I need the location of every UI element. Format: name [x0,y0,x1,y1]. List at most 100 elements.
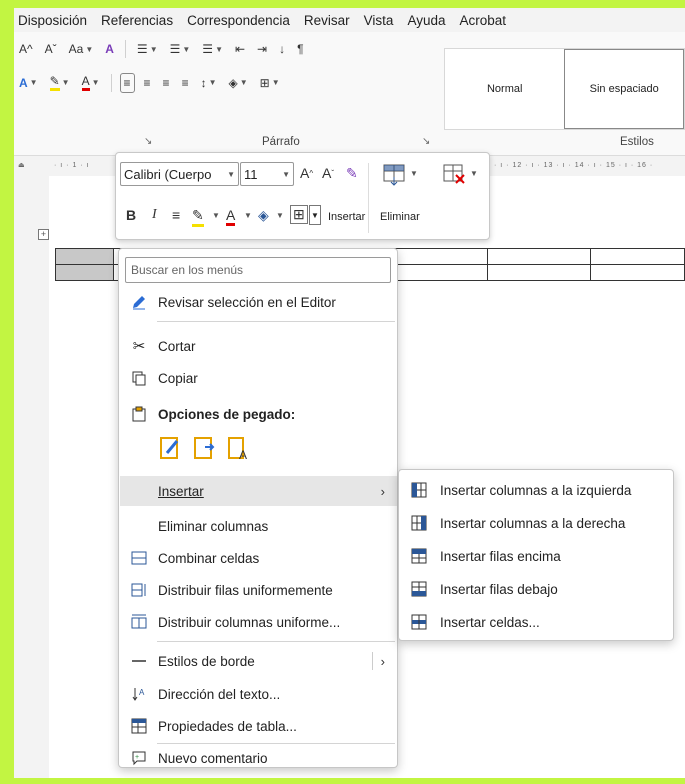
borders-icon[interactable]: ⊞ [290,205,308,224]
menu-referencias[interactable]: Referencias [101,13,173,28]
chevron-down-icon[interactable]: ▼ [470,169,478,178]
highlight-button[interactable]: ✎ ▼ [47,72,73,93]
style-normal[interactable]: Normal [445,49,564,129]
cut-menu-label: Cortar [158,338,196,354]
line-spacing-icon: ↕ [200,75,207,90]
table-cell[interactable] [54,248,115,265]
font-dialog-launcher-icon[interactable]: ↘ [144,136,152,147]
merge-cells-label: Combinar celdas [158,550,260,566]
align-right-button[interactable]: ≡ [160,74,173,92]
font-color-button[interactable]: A ▼ [79,72,103,93]
align-center-icon[interactable]: ≡ [172,207,180,223]
style-sin-espaciado[interactable]: Sin espaciado [564,49,684,129]
grow-font-button[interactable]: A^ [16,40,36,58]
insert-cells-label: Insertar celdas... [440,614,540,630]
line-spacing-button[interactable]: ↕ ▼ [198,74,220,92]
merge-cells-menu-item[interactable]: Combinar celdas [120,543,397,573]
distribute-rows-label: Distribuir filas uniformemente [158,582,333,598]
show-marks-button[interactable]: ¶ [294,40,306,58]
insert-menu-item[interactable]: Insertar › [120,476,397,506]
align-center-button[interactable]: ≡ [141,74,154,92]
shading-icon[interactable]: ◈ [258,207,269,224]
borders-button[interactable]: ⊞ ▼ [257,74,283,92]
borders-icon: ⊞ [259,75,270,90]
delete-table-icon[interactable] [442,163,468,187]
chevron-down-icon[interactable]: ▼ [410,169,418,178]
chevron-down-icon[interactable]: ▼ [309,205,321,225]
table-cell[interactable] [487,264,592,281]
insert-row-above-icon [410,547,428,565]
insert-table-icon[interactable] [382,163,408,187]
cut-menu-item[interactable]: ✂ Cortar [120,331,397,361]
menu-correspondencia[interactable]: Correspondencia [187,13,290,28]
menu-disposicion[interactable]: Disposición [18,13,87,28]
multilevel-button[interactable]: ☰ ▼ [199,40,226,58]
table-cell[interactable] [384,264,489,281]
chevron-down-icon[interactable]: ▼ [276,211,284,220]
italic-button[interactable]: I [152,207,157,223]
bold-button[interactable]: B [126,207,136,223]
format-painter-icon[interactable]: ✎ [346,165,358,182]
chevron-down-icon[interactable]: ▼ [244,211,252,220]
menu-ayuda[interactable]: Ayuda [407,13,445,28]
paste-keep-format-icon[interactable] [159,433,183,461]
shrink-font-button[interactable]: Aˇ [42,40,60,58]
indent-marker-icon[interactable]: ⏏ [18,161,26,169]
numbering-button[interactable]: ☰ ▼ [167,40,194,58]
ruler-right-ticks: · ı · 12 · ı · 13 · ı · 14 · ı · 15 · ı … [494,162,654,169]
insert-cells-item[interactable]: Insertar celdas... [400,606,672,638]
paste-text-only-icon[interactable]: A [227,433,251,461]
chevron-down-icon: ▼ [215,44,223,54]
sort-button[interactable]: ↓ [276,40,288,58]
table-cell[interactable] [384,248,489,265]
distribute-rows-menu-item[interactable]: Distribuir filas uniformemente [120,575,397,605]
decrease-indent-button[interactable]: ⇤ [232,40,248,58]
insert-columns-right-item[interactable]: Insertar columnas a la derecha [400,507,672,539]
chevron-down-icon[interactable]: ▼ [212,211,220,220]
insert-cells-icon [410,613,428,631]
align-left-button[interactable]: ≡ [119,72,135,93]
border-line-icon [130,652,148,670]
shading-button[interactable]: ◈ ▼ [226,74,251,92]
border-styles-menu-item[interactable]: Estilos de borde › [120,646,397,676]
shrink-font-icon[interactable]: Aˇ [322,165,334,181]
new-comment-menu-item[interactable]: + Nuevo comentario [120,743,397,773]
table-properties-menu-item[interactable]: Propiedades de tabla... [120,711,397,741]
font-color-icon[interactable]: A [226,207,236,226]
table-cell[interactable] [487,248,592,265]
menu-vista[interactable]: Vista [364,13,394,28]
paste-merge-format-icon[interactable] [193,433,217,461]
table-properties-label: Propiedades de tabla... [158,718,297,734]
distribute-rows-icon [130,581,148,599]
text-effects-button[interactable]: A ▼ [16,74,41,92]
font-name-box[interactable]: Calibri (Cuerpo ▼ [120,162,239,186]
increase-indent-button[interactable]: ⇥ [254,40,270,58]
clear-format-button[interactable]: A [102,40,117,58]
delete-columns-menu-item[interactable]: Eliminar columnas [120,511,397,541]
table-cell[interactable] [54,264,115,281]
multilevel-icon: ☰ [202,42,214,56]
sort-icon: ↓ [279,42,286,56]
menu-revisar[interactable]: Revisar [304,13,350,28]
distribute-columns-menu-item[interactable]: Distribuir columnas uniforme... [120,607,397,637]
table-cell[interactable] [590,264,685,281]
context-menu: Buscar en los menús Revisar selección en… [118,248,398,768]
grow-font-icon[interactable]: A ^ [300,165,313,181]
font-size-box[interactable]: 11 ▼ [240,162,294,186]
menu-acrobat[interactable]: Acrobat [459,13,506,28]
table-cell[interactable] [590,248,685,265]
copy-menu-item[interactable]: Copiar [120,363,397,393]
menu-search-input[interactable]: Buscar en los menús [125,257,391,283]
change-case-button[interactable]: Aa ▼ [66,40,97,58]
justify-button[interactable]: ≡ [179,74,192,92]
paragraph-dialog-launcher-icon[interactable]: ↘ [422,136,430,147]
editor-menu-item[interactable]: Revisar selección en el Editor [120,287,397,317]
table-move-handle-icon[interactable]: + [38,229,49,240]
chevron-down-icon: ▼ [208,78,217,87]
insert-columns-left-item[interactable]: Insertar columnas a la izquierda [400,474,672,506]
text-direction-menu-item[interactable]: A Dirección del texto... [120,679,397,709]
insert-rows-below-item[interactable]: Insertar filas debajo [400,573,672,605]
bullets-button[interactable]: ☰ ▼ [134,40,161,58]
insert-rows-above-item[interactable]: Insertar filas encima [400,540,672,572]
highlighter-icon[interactable]: ✎ [192,207,204,227]
